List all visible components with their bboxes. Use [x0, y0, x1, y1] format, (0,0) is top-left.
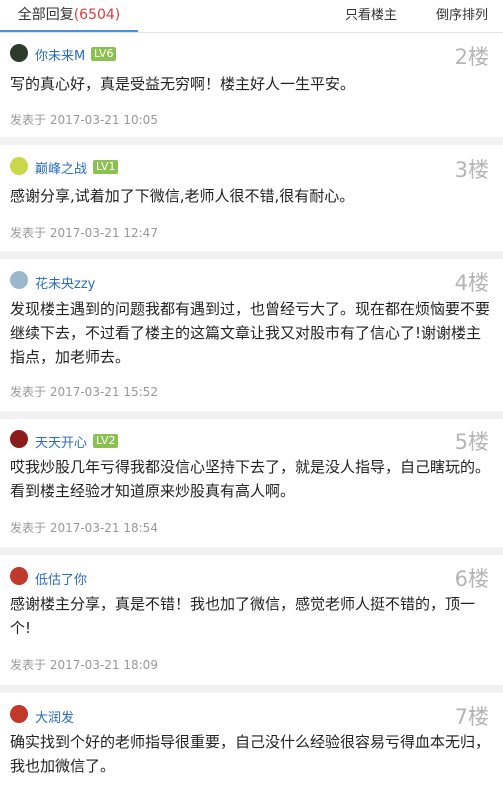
floor-number: 4楼: [454, 271, 489, 295]
reply-count: (6504): [73, 7, 121, 23]
reply-post: 巅峰之战 LV1 3楼 感谢分享,试着加了下微信,老师人很不错,很有耐心。 发表…: [0, 145, 503, 259]
level-badge: LV1: [93, 160, 119, 174]
reply-post: 花未央zzy 4楼 发现楼主遇到的问题我都有遇到过，也曾经亏大了。现在都在烦恼要…: [0, 259, 503, 419]
reply-post: 大润发 7楼 确实找到个好的老师指导很重要，自己没什么经验很容易亏得血本无归，我…: [0, 693, 503, 793]
floor-number: 5楼: [454, 430, 489, 454]
tab-all-replies[interactable]: 全部回复(6504): [0, 0, 138, 32]
floor-number: 7楼: [454, 705, 489, 729]
reply-post: 天天开心 LV2 5楼 哎我炒股几年亏得我都没信心坚持下去了，就是没人指导，自己…: [0, 419, 503, 555]
username[interactable]: 你未来M: [35, 45, 85, 64]
avatar[interactable]: [10, 430, 28, 448]
level-badge: LV2: [93, 434, 119, 448]
post-time: 发表于 2017-03-21 12:47: [10, 226, 158, 240]
floor-number: 2楼: [454, 45, 489, 69]
username[interactable]: 大润发: [35, 707, 74, 726]
username[interactable]: 花未央zzy: [35, 273, 95, 292]
reply-content: 感谢楼主分享，真是不错！我也加了微信，感觉老师人挺不错的，顶一个!: [10, 595, 476, 637]
reply-post: 低估了你 6楼 感谢楼主分享，真是不错！我也加了微信，感觉老师人挺不错的，顶一个…: [0, 555, 503, 693]
reply-tabs: 全部回复(6504) 只看楼主 倒序排列: [0, 0, 503, 33]
avatar[interactable]: [10, 157, 28, 175]
level-badge: LV6: [91, 47, 117, 61]
username[interactable]: 巅峰之战: [35, 158, 87, 177]
post-time: 发表于 2017-03-21 10:05: [10, 113, 158, 127]
reply-content: 发现楼主遇到的问题我都有遇到过，也曾经亏大了。现在都在烦恼要不要继续下去，不过看…: [10, 300, 491, 366]
reply-content: 哎我炒股几年亏得我都没信心坚持下去了，就是没人指导，自己瞎玩的。看到楼主经验才知…: [10, 458, 491, 500]
tab-reverse-order[interactable]: 倒序排列: [426, 0, 498, 32]
avatar[interactable]: [10, 705, 28, 723]
avatar[interactable]: [10, 271, 28, 289]
post-time: 发表于 2017-03-21 15:52: [10, 385, 158, 399]
tab-owner-only[interactable]: 只看楼主: [338, 0, 404, 32]
tab-all-label: 全部回复: [17, 7, 74, 23]
username[interactable]: 低估了你: [35, 569, 87, 588]
avatar[interactable]: [10, 567, 28, 585]
reply-content: 写的真心好，真是受益无穷啊！楼主好人一生平安。: [10, 75, 356, 93]
reply-post: 你未来M LV6 2楼 写的真心好，真是受益无穷啊！楼主好人一生平安。 发表于 …: [0, 33, 503, 145]
avatar[interactable]: [10, 44, 28, 62]
reply-content: 感谢分享,试着加了下微信,老师人很不错,很有耐心。: [10, 187, 355, 205]
username[interactable]: 天天开心: [35, 432, 87, 451]
floor-number: 6楼: [454, 567, 489, 591]
floor-number: 3楼: [454, 158, 489, 182]
post-time: 发表于 2017-03-21 18:09: [10, 658, 158, 672]
post-time: 发表于 2017-03-21 18:54: [10, 521, 158, 535]
reply-content: 确实找到个好的老师指导很重要，自己没什么经验很容易亏得血本无归，我也加微信了。: [10, 733, 491, 775]
